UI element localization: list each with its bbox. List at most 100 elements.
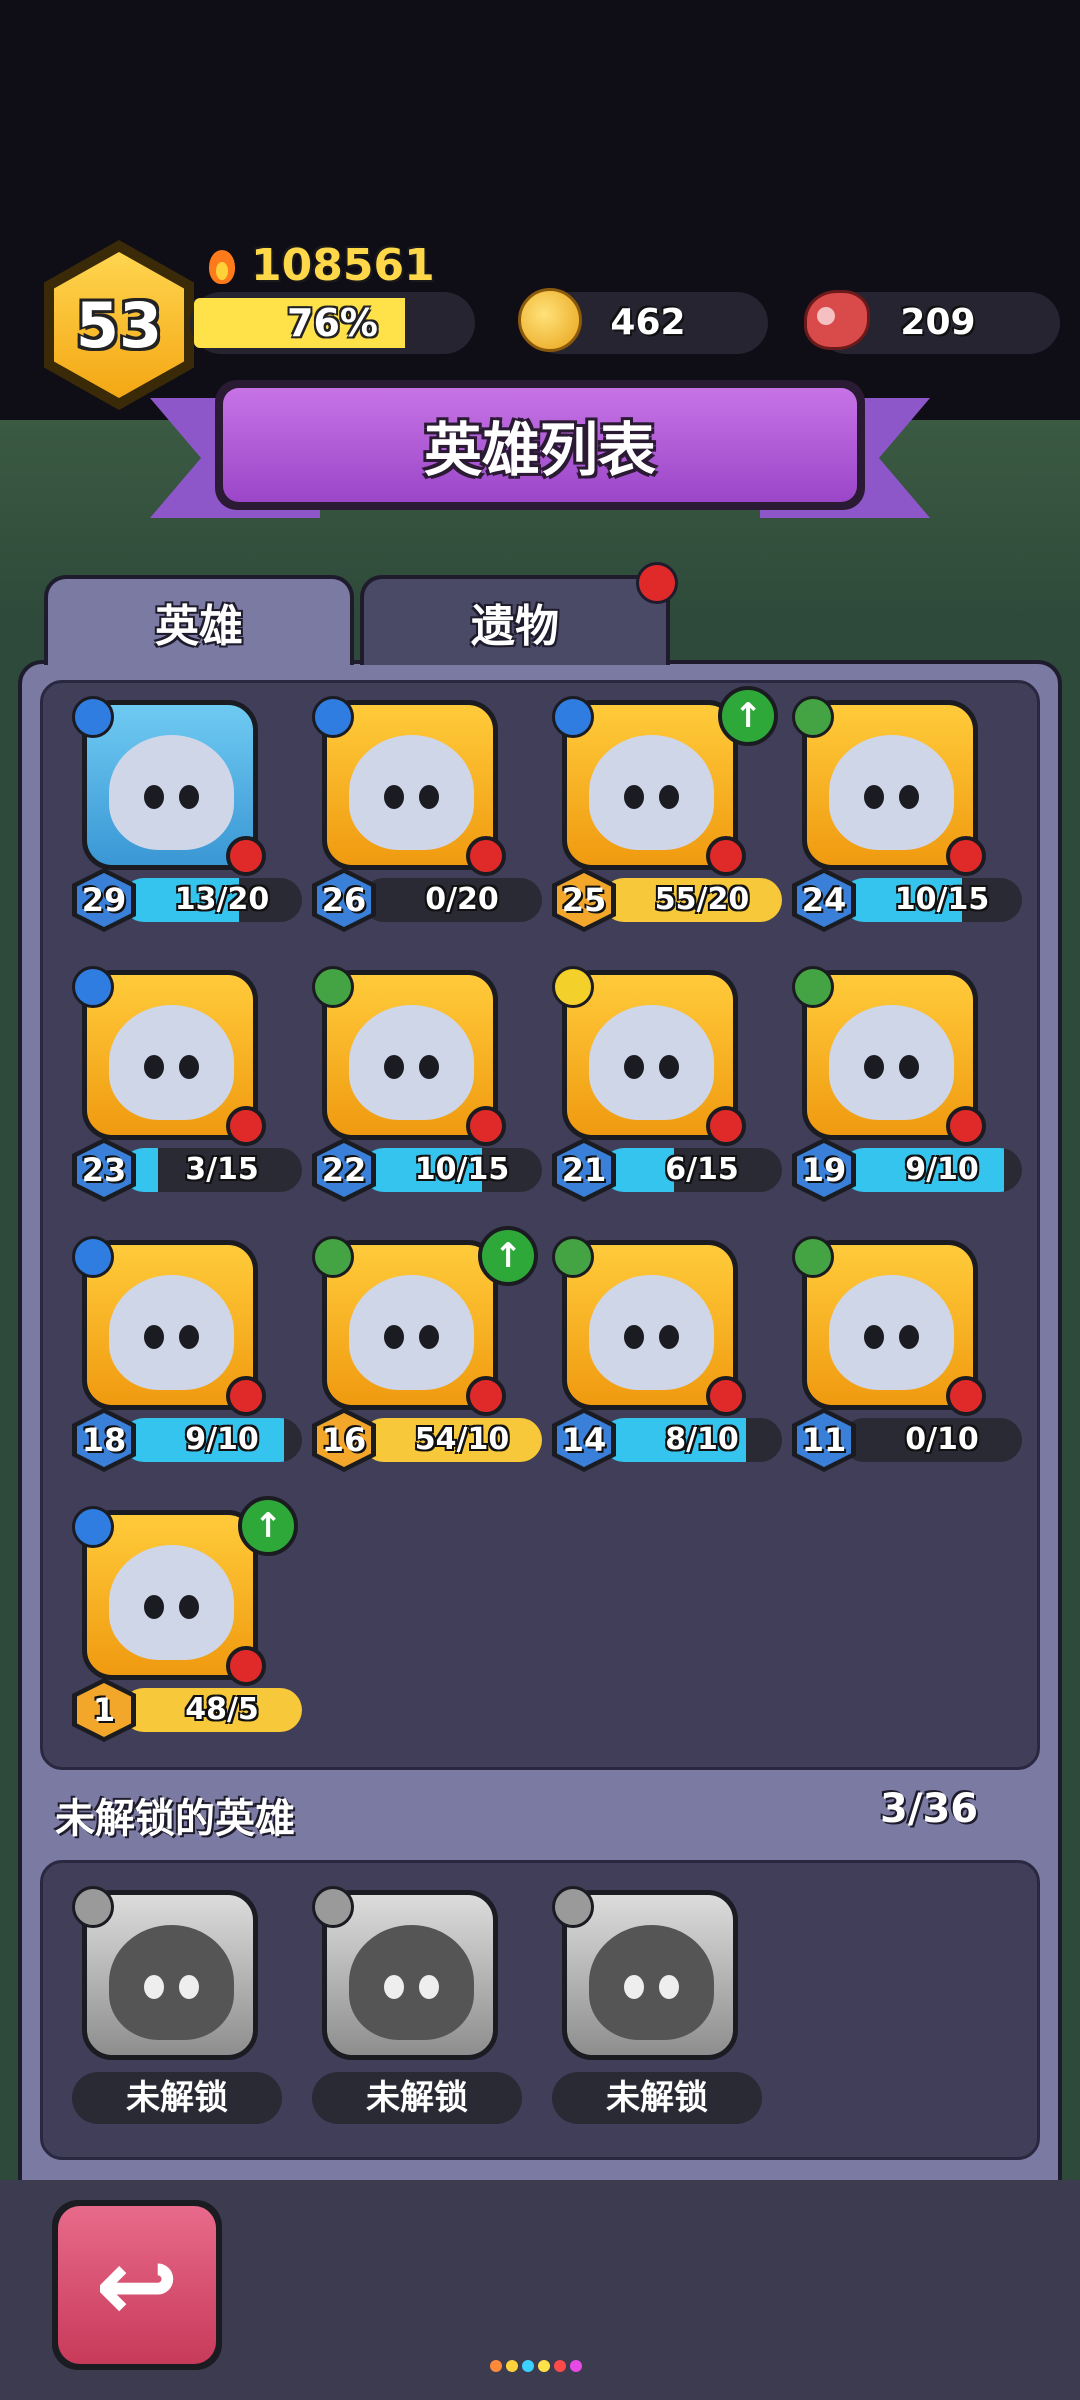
shard-count: 6/15 [665, 1152, 739, 1187]
hero-eye [419, 785, 439, 809]
hero-eye [144, 1325, 164, 1349]
hero-eye [419, 1975, 439, 1999]
class-skull-icon [542, 1876, 604, 1938]
hero-face [589, 1925, 714, 2040]
shard-count: 10/15 [414, 1152, 510, 1187]
shard-count: 9/10 [905, 1152, 979, 1187]
hero-face [829, 735, 954, 850]
hero-eye [179, 785, 199, 809]
hero-card[interactable]: 10/15 24 [782, 686, 1022, 932]
player-level: 53 [75, 288, 163, 362]
shard-bar: 10/15 [362, 1148, 542, 1192]
hero-level: 11 [797, 1413, 851, 1467]
class-skull-shape [792, 966, 834, 1008]
hero-card[interactable]: ↑ 55/20 25 [542, 686, 782, 932]
tab-heroes[interactable]: 英雄 [44, 575, 354, 665]
hero-card[interactable]: 0/20 26 [302, 686, 542, 932]
class-skull-shape [792, 1236, 834, 1278]
shard-count: 0/10 [905, 1422, 979, 1457]
notification-dot [946, 1106, 986, 1146]
meat-counter[interactable]: 209 [804, 290, 1060, 354]
tab-relics[interactable]: 遗物 [360, 575, 670, 665]
class-skull-shape [72, 1886, 114, 1928]
hero-card[interactable]: 13/20 29 [62, 686, 302, 932]
locked-hero-card[interactable]: 未解锁 [542, 1876, 782, 2124]
class-skull-shape [312, 696, 354, 738]
hero-card[interactable]: ↑ 48/5 1 [62, 1496, 302, 1742]
hero-level: 14 [557, 1413, 611, 1467]
class-skull-icon [542, 956, 604, 1018]
hero-eye [899, 785, 919, 809]
hero-face [349, 735, 474, 850]
hero-eye [659, 1975, 679, 1999]
shard-count: 0/20 [425, 882, 499, 917]
class-skull-icon [302, 1876, 364, 1938]
hero-card[interactable]: 9/10 19 [782, 956, 1022, 1202]
shard-count: 3/15 [185, 1152, 259, 1187]
hero-card[interactable]: 8/10 14 [542, 1226, 782, 1472]
class-skull-shape [72, 696, 114, 738]
hero-card[interactable]: 10/15 22 [302, 956, 542, 1202]
shard-bar: 54/10 [362, 1418, 542, 1462]
hero-face [109, 1925, 234, 2040]
page-title: 英雄列表 [423, 416, 656, 484]
class-skull-icon [62, 1226, 124, 1288]
hero-level: 19 [797, 1143, 851, 1197]
hero-card[interactable]: 3/15 23 [62, 956, 302, 1202]
arrow-up-icon: ↑ [718, 686, 778, 746]
hero-eye [659, 785, 679, 809]
hero-face [109, 1545, 234, 1660]
hero-level: 1 [77, 1683, 131, 1737]
hero-level: 25 [557, 873, 611, 927]
coin-counter[interactable]: 462 [518, 288, 768, 354]
hero-face [589, 735, 714, 850]
hero-card[interactable]: 6/15 21 [542, 956, 782, 1202]
class-skull-shape [72, 966, 114, 1008]
hero-eye [899, 1055, 919, 1079]
indicator-dot [570, 2360, 582, 2372]
back-button[interactable]: ↩ [52, 2200, 222, 2370]
class-skull-icon [782, 1226, 844, 1288]
class-skull-shape [792, 696, 834, 738]
notification-dot [636, 562, 678, 604]
hero-face [349, 1925, 474, 2040]
locked-hero-card[interactable]: 未解锁 [302, 1876, 542, 2124]
notification-dot [706, 836, 746, 876]
indicator-dot [554, 2360, 566, 2372]
indicator-dot [506, 2360, 518, 2372]
hero-eye [899, 1325, 919, 1349]
hero-card[interactable]: ↑ 54/10 16 [302, 1226, 542, 1472]
shard-bar: 10/15 [842, 878, 1022, 922]
xp-percent: 76% [287, 301, 378, 345]
hero-eye [144, 785, 164, 809]
hero-card[interactable]: 9/10 18 [62, 1226, 302, 1472]
hero-card[interactable]: 0/10 11 [782, 1226, 1022, 1472]
shard-bar: 3/15 [122, 1148, 302, 1192]
indicator-dot [522, 2360, 534, 2372]
hero-eye [179, 1975, 199, 1999]
notification-dot [466, 1376, 506, 1416]
class-skull-icon [542, 1226, 604, 1288]
hero-face [349, 1005, 474, 1120]
hero-eye [144, 1595, 164, 1619]
hero-eye [419, 1325, 439, 1349]
hero-face [829, 1275, 954, 1390]
notification-dot [226, 1106, 266, 1146]
hero-eye [864, 1325, 884, 1349]
power-display: 108561 [205, 240, 435, 291]
class-skull-icon [302, 956, 364, 1018]
locked-label: 未解锁 [552, 2072, 762, 2124]
hero-face [109, 1005, 234, 1120]
hero-level: 29 [77, 873, 131, 927]
hero-level: 26 [317, 873, 371, 927]
shard-count: 54/10 [414, 1422, 510, 1457]
class-skull-shape [552, 1236, 594, 1278]
hero-eye [179, 1325, 199, 1349]
shard-bar: 0/10 [842, 1418, 1022, 1462]
locked-hero-card[interactable]: 未解锁 [62, 1876, 302, 2124]
hero-eye [384, 1975, 404, 1999]
hero-eye [624, 1055, 644, 1079]
locked-heroes-title: 未解锁的英雄 [55, 1796, 295, 1842]
class-skull-icon [542, 686, 604, 748]
hero-eye [384, 1325, 404, 1349]
